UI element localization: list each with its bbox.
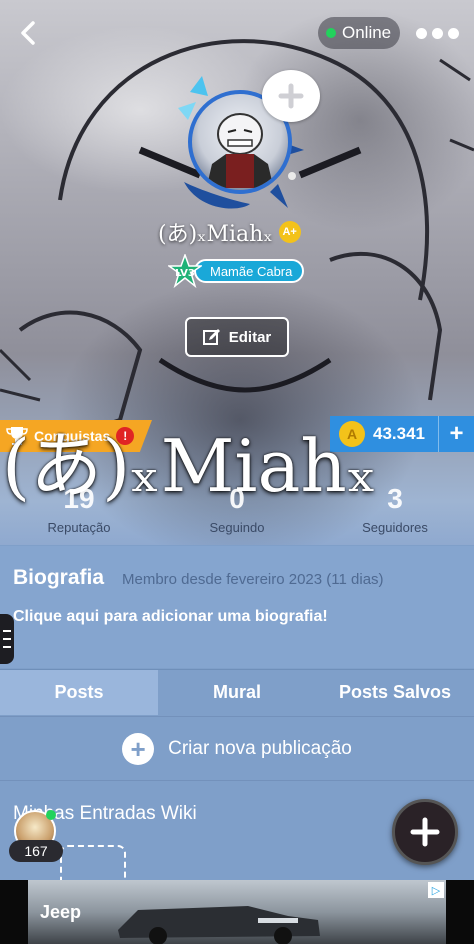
stat-value: 0	[229, 483, 245, 514]
back-button[interactable]	[14, 18, 44, 48]
ad-banner[interactable]: Jeep ▷	[0, 880, 474, 944]
more-dot-icon	[431, 27, 443, 39]
edit-icon	[202, 329, 220, 345]
add-wiki-entry-slot[interactable]	[60, 845, 126, 885]
stat-label: Seguindo	[209, 520, 265, 535]
stat-value: 3	[387, 483, 403, 514]
edit-profile-button[interactable]: Editar	[185, 317, 289, 357]
more-options-button[interactable]	[414, 22, 460, 44]
create-post-label: Criar nova publicação	[168, 737, 352, 759]
profile-tabs: Posts Mural Posts Salvos	[0, 669, 474, 715]
mini-profile-count: 167	[9, 840, 63, 862]
nickname-row: (あ)ₓMiahₓ A+	[158, 216, 301, 248]
biography-section: Biografia Membro desde fevereiro 2023 (1…	[0, 546, 474, 668]
ad-brand: Jeep	[40, 902, 82, 922]
chevron-left-icon	[21, 21, 35, 45]
tab-saved-posts[interactable]: Posts Salvos	[316, 670, 474, 715]
ad-image[interactable]: Jeep	[28, 880, 446, 944]
tab-wall[interactable]: Mural	[158, 670, 316, 715]
more-dot-icon	[415, 27, 427, 39]
edit-profile-label: Editar	[228, 328, 272, 346]
add-status-button[interactable]	[262, 70, 320, 122]
tab-posts[interactable]: Posts	[0, 670, 158, 715]
stat-following[interactable]: 0 Seguindo	[158, 478, 316, 544]
level-title: Mamãe Cabra	[194, 259, 305, 283]
stat-followers[interactable]: 3 Seguidores	[316, 478, 474, 544]
plus-icon	[410, 817, 440, 847]
stat-value: 19	[63, 483, 95, 514]
floating-create-button[interactable]	[392, 799, 458, 865]
profile-stats: 19 Reputação 0 Seguindo 3 Seguidores	[0, 478, 474, 544]
profile-nickname: (あ)ₓMiahₓ	[158, 222, 273, 247]
level-star-icon: LV3	[168, 254, 202, 288]
level-badge[interactable]: LV3 Mamãe Cabra	[168, 254, 305, 288]
plus-circle-icon: +	[122, 732, 155, 765]
member-since: Membro desde fevereiro 2023 (11 dias)	[122, 571, 384, 588]
menu-line-icon	[3, 638, 11, 640]
online-status-label: Online	[342, 23, 392, 42]
stat-label: Reputação	[47, 520, 111, 535]
stat-reputation[interactable]: 19 Reputação	[0, 478, 158, 544]
biography-title: Biografia	[13, 566, 105, 589]
side-drawer-handle[interactable]	[0, 614, 14, 664]
online-status-badge: Online	[318, 17, 400, 49]
create-post-button[interactable]: + Criar nova publicação	[0, 716, 474, 780]
online-dot-icon	[46, 810, 56, 820]
level-number: LV3	[175, 268, 195, 279]
curator-badge-icon: A+	[278, 221, 301, 243]
online-dot-icon	[326, 28, 336, 38]
car-image	[118, 906, 320, 944]
plus-icon	[278, 83, 304, 109]
stat-label: Seguidores	[362, 520, 428, 535]
more-dot-icon	[447, 27, 459, 39]
menu-line-icon	[3, 630, 11, 632]
add-biography-link[interactable]: Clique aqui para adicionar uma biografia…	[13, 608, 328, 626]
ad-info-icon[interactable]: ▷	[428, 882, 444, 898]
menu-line-icon	[3, 646, 11, 648]
